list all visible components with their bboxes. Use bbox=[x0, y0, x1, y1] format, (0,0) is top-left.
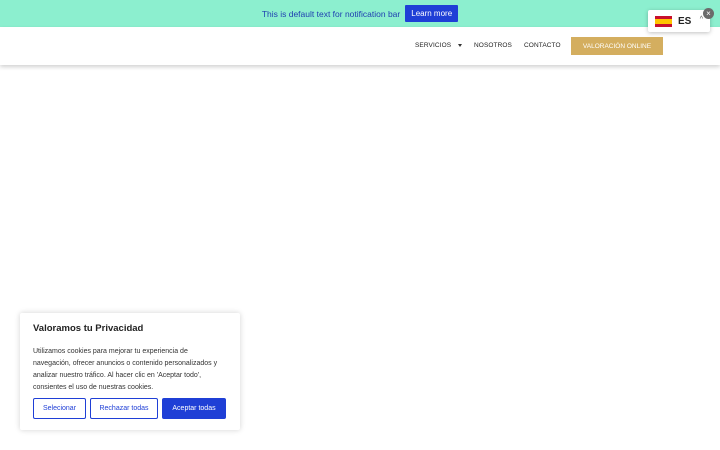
cookie-buttons: Selecionar Rechazar todas Aceptar todas bbox=[33, 398, 226, 419]
reject-all-button[interactable]: Rechazar todas bbox=[90, 398, 158, 419]
nav-item-contacto[interactable]: CONTACTO bbox=[524, 42, 561, 49]
cookie-title: Valoramos tu Privacidad bbox=[33, 323, 144, 334]
main-nav: SERVICIOS NOSOTROS CONTACTO VALORACIÓN O… bbox=[0, 27, 720, 65]
accept-all-button[interactable]: Aceptar todas bbox=[162, 398, 226, 419]
spain-flag-icon bbox=[655, 15, 672, 27]
learn-more-button[interactable]: Learn more bbox=[405, 5, 459, 22]
cookie-consent-banner: Valoramos tu Privacidad Utilizamos cooki… bbox=[20, 313, 240, 430]
notification-bar: This is default text for notification ba… bbox=[0, 0, 720, 27]
nav-item-label: SERVICIOS bbox=[415, 42, 452, 49]
select-cookies-button[interactable]: Selecionar bbox=[33, 398, 86, 419]
language-switcher[interactable]: ES ^ bbox=[648, 10, 710, 32]
close-icon[interactable]: × bbox=[703, 8, 714, 19]
nav-item-servicios[interactable]: SERVICIOS bbox=[415, 42, 463, 49]
caret-down-icon bbox=[458, 44, 463, 47]
language-code: ES bbox=[678, 15, 692, 27]
site-header: SERVICIOS NOSOTROS CONTACTO VALORACIÓN O… bbox=[0, 27, 720, 65]
nav-item-nosotros[interactable]: NOSOTROS bbox=[474, 42, 512, 49]
chevron-up-icon: ^ bbox=[699, 16, 703, 23]
valoracion-online-button[interactable]: VALORACIÓN ONLINE bbox=[571, 37, 663, 55]
cookie-description: Utilizamos cookies para mejorar tu exper… bbox=[33, 348, 218, 391]
notification-text: This is default text for notification ba… bbox=[261, 8, 401, 19]
